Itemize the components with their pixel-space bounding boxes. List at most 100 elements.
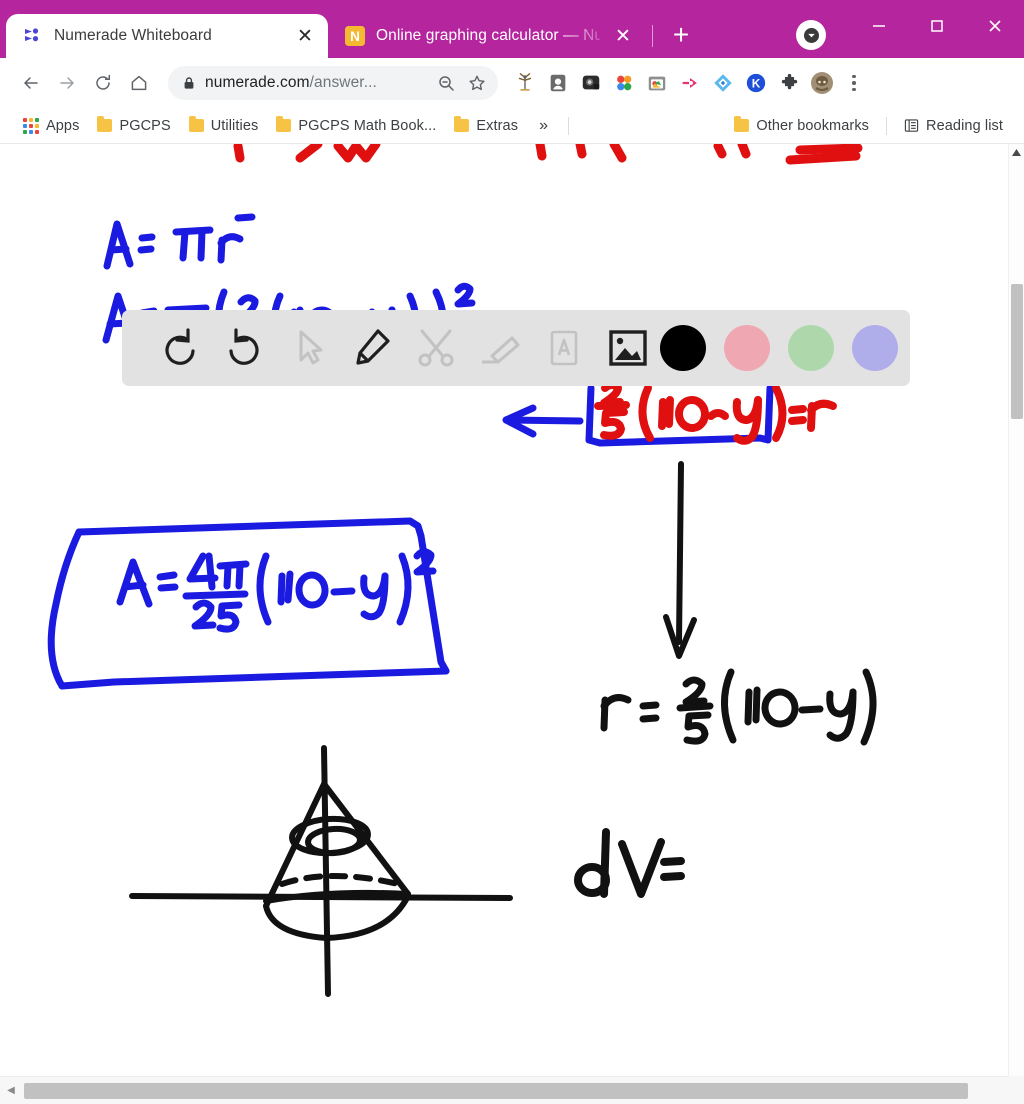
antenna-extension-icon[interactable]: [510, 68, 540, 98]
tab-close-icon[interactable]: ✕: [610, 23, 636, 49]
shapes-tool[interactable]: [404, 320, 468, 376]
image-tool[interactable]: [596, 320, 660, 376]
scroll-up-arrow[interactable]: [1009, 144, 1024, 161]
address-bar-text: numerade.com/answer...: [205, 74, 426, 92]
four-dots-extension-icon[interactable]: [609, 68, 639, 98]
tab-title: Online graphing calculator — Nu: [376, 27, 600, 44]
reading-list-icon: [904, 118, 919, 133]
scroll-left-arrow[interactable]: ◀: [0, 1085, 22, 1096]
screen-capture-extension-icon[interactable]: [543, 68, 573, 98]
home-icon[interactable]: [122, 66, 156, 100]
bookmark-pgcps-math-book[interactable]: PGCPS Math Book...: [267, 114, 445, 138]
pen-tool[interactable]: [340, 320, 404, 376]
bookmark-label: PGCPS: [119, 117, 171, 134]
text-tool[interactable]: [532, 320, 596, 376]
tab-online-graphing-calculator[interactable]: N Online graphing calculator — Nu ✕: [328, 14, 646, 58]
folder-icon: [276, 116, 292, 132]
bookmark-label: Utilities: [210, 117, 259, 134]
numerade-icon: [22, 25, 44, 47]
redo-tool[interactable]: [212, 320, 276, 376]
star-icon[interactable]: [466, 72, 488, 94]
extensions-bar: K: [510, 68, 1014, 98]
tab-divider: [652, 25, 653, 47]
ink-blue-line3: [116, 548, 437, 633]
folder-icon: [97, 116, 113, 132]
reading-list-label: Reading list: [926, 117, 1003, 134]
ink-black-dv: [574, 828, 685, 898]
maximize-icon[interactable]: [908, 0, 966, 52]
red-arrow-extension-icon[interactable]: [675, 68, 705, 98]
bookmark-extras[interactable]: Extras: [445, 114, 527, 138]
tab-close-icon[interactable]: ✕: [292, 23, 318, 49]
vertical-scrollbar-thumb[interactable]: [1011, 284, 1023, 419]
bookmark-utilities[interactable]: Utilities: [180, 114, 268, 138]
numworks-n-icon: N: [344, 25, 366, 47]
folder-icon: [188, 116, 204, 132]
lock-icon: [182, 76, 196, 90]
ink-black-r-equation: [600, 668, 877, 746]
window-controls: [850, 0, 1024, 52]
svg-text:K: K: [752, 77, 761, 91]
undo-tool[interactable]: [148, 320, 212, 376]
select-tool[interactable]: [276, 320, 340, 376]
bookmarks-overflow-button[interactable]: »: [527, 117, 560, 135]
bookmark-label: Extras: [476, 117, 519, 134]
whiteboard-canvas[interactable]: [0, 144, 1024, 1104]
tab-title: Numerade Whiteboard: [54, 27, 212, 44]
bookmarks-bar: Apps PGCPS Utilities PGCPS Math Book... …: [0, 108, 1024, 144]
new-tab-button[interactable]: +: [661, 15, 701, 55]
ink-clipped-red-top: [233, 144, 863, 165]
ink-red-expression: [594, 381, 837, 445]
vertical-scrollbar[interactable]: [1008, 144, 1024, 1104]
browser-titlebar: Numerade Whiteboard ✕ N Online graphing …: [0, 0, 1024, 58]
color-swatch-black[interactable]: [660, 325, 706, 371]
ink-blue-box: [47, 517, 450, 690]
photo-gallery-extension-icon[interactable]: [642, 68, 672, 98]
reload-icon[interactable]: [86, 66, 120, 100]
bookmarks-divider: [567, 116, 569, 135]
apps-shortcut[interactable]: Apps: [14, 114, 88, 138]
blue-diamond-extension-icon[interactable]: [708, 68, 738, 98]
webcam-recorder-extension-icon[interactable]: [576, 68, 606, 98]
horizontal-scrollbar-thumb[interactable]: [24, 1082, 968, 1099]
bookmark-pgcps[interactable]: PGCPS: [88, 114, 179, 138]
browser-navbar: numerade.com/answer... K: [0, 58, 1024, 108]
scrollbar-corner: [1008, 1076, 1024, 1104]
svg-text:N: N: [350, 29, 360, 44]
apps-label: Apps: [46, 117, 80, 134]
color-swatch-pink[interactable]: [724, 325, 770, 371]
ink-black-arrow-down: [663, 461, 697, 659]
back-arrow-icon[interactable]: [14, 66, 48, 100]
apps-grid-icon: [23, 117, 39, 134]
forward-arrow-icon[interactable]: [50, 66, 84, 100]
bookmark-label: PGCPS Math Book...: [298, 117, 437, 134]
ink-cone-diagram: [129, 745, 513, 997]
color-swatch-purple[interactable]: [852, 325, 898, 371]
eraser-tool[interactable]: [468, 320, 532, 376]
close-icon[interactable]: [966, 0, 1024, 52]
minimize-icon[interactable]: [850, 0, 908, 52]
profile-avatar[interactable]: [807, 68, 837, 98]
browser-menu-button[interactable]: [840, 74, 868, 92]
folder-icon: [454, 116, 470, 132]
zoom-out-icon[interactable]: [435, 72, 457, 94]
puzzle-extensions-icon[interactable]: [774, 68, 804, 98]
bookmarks-divider: [886, 116, 888, 135]
other-bookmarks-folder[interactable]: Other bookmarks: [725, 114, 878, 138]
url-host: numerade.com: [205, 74, 310, 91]
whiteboard-toolbar: [122, 310, 910, 386]
tab-numerade-whiteboard[interactable]: Numerade Whiteboard ✕: [6, 14, 328, 58]
ink-blue-line1: [103, 213, 256, 270]
tab-search-button[interactable]: [796, 20, 826, 50]
tab-strip: Numerade Whiteboard ✕ N Online graphing …: [0, 0, 701, 58]
ink-blue-arrow-left: [502, 404, 584, 438]
horizontal-scrollbar-track[interactable]: [22, 1082, 1002, 1099]
color-swatch-green[interactable]: [788, 325, 834, 371]
url-path: /answer...: [309, 74, 377, 91]
kami-k-extension-icon[interactable]: K: [741, 68, 771, 98]
address-bar[interactable]: numerade.com/answer...: [168, 66, 498, 100]
whiteboard-ink-layer: [47, 144, 877, 997]
other-bookmarks-label: Other bookmarks: [756, 117, 870, 134]
horizontal-scrollbar[interactable]: ◀ ▶: [0, 1076, 1024, 1104]
reading-list-button[interactable]: Reading list: [895, 114, 1012, 138]
